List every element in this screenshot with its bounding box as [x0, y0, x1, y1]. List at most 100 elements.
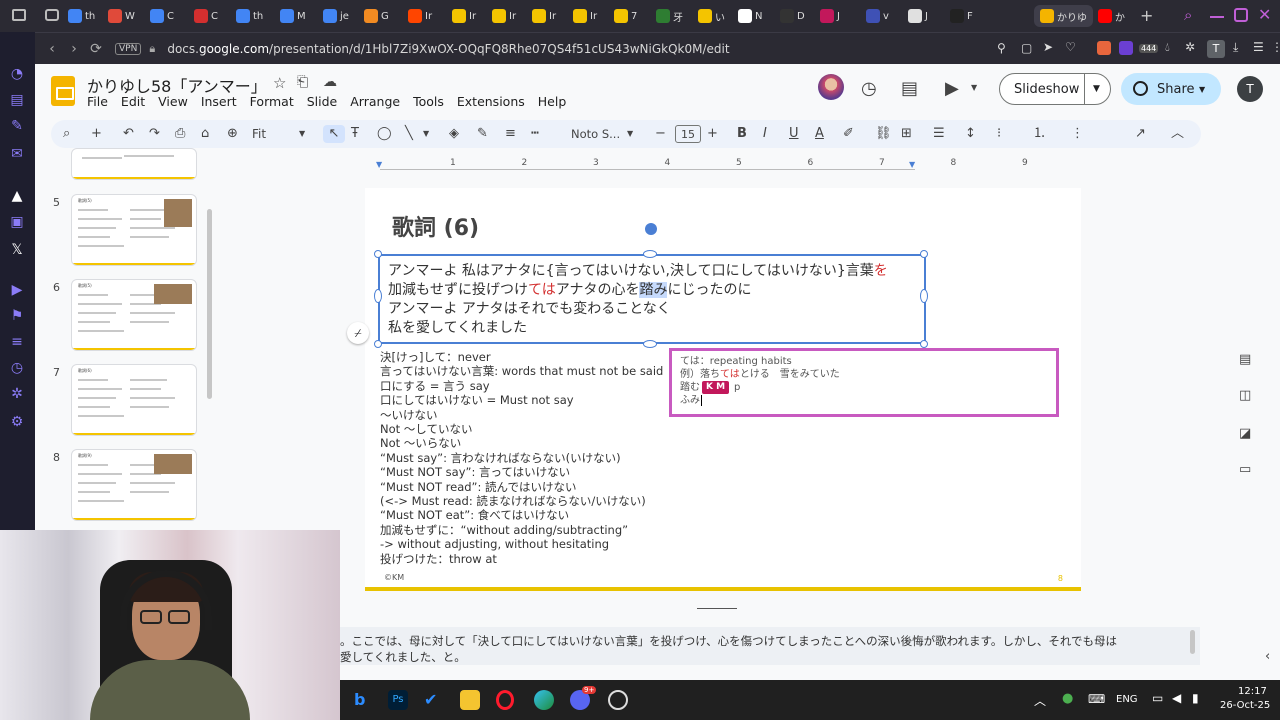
- browser-tab[interactable]: th: [68, 5, 95, 27]
- browser-tab[interactable]: Ir: [573, 5, 597, 27]
- extension-badge[interactable]: 444: [1139, 44, 1159, 53]
- browser-tab[interactable]: 7: [614, 5, 637, 27]
- italic-icon[interactable]: I: [763, 125, 767, 143]
- snapshot-icon[interactable]: ▢: [1021, 41, 1032, 55]
- rotate-handle-icon[interactable]: [645, 223, 657, 235]
- select-icon[interactable]: ↖: [323, 125, 345, 143]
- minimize-icon[interactable]: [1210, 8, 1224, 18]
- url-text[interactable]: docs.google.com/presentation/d/1Hbl7Zi9X…: [167, 42, 729, 56]
- todo-icon[interactable]: ✔: [424, 690, 444, 710]
- network-icon[interactable]: ▭: [1152, 691, 1163, 705]
- shape-icon[interactable]: ◯: [377, 125, 392, 143]
- bullet-list-icon[interactable]: ⁝: [997, 125, 1001, 143]
- slide-thumbnail[interactable]: 歌詞(5): [71, 194, 197, 266]
- browser-tab[interactable]: Ir: [452, 5, 476, 27]
- resize-handle-w[interactable]: [374, 289, 382, 303]
- link-icon[interactable]: ⛓: [875, 125, 892, 143]
- new-tab-icon[interactable]: +: [1140, 6, 1153, 25]
- zoom-dropdown-icon[interactable]: ▼: [299, 125, 305, 143]
- extension-grid-icon[interactable]: [1119, 41, 1133, 55]
- browser-tab[interactable]: G: [364, 5, 389, 27]
- more-icon[interactable]: ⋮: [1271, 40, 1280, 54]
- browser-tab[interactable]: Ir: [492, 5, 516, 27]
- mic-icon[interactable]: ●: [1062, 691, 1073, 706]
- expand-side-panel-icon[interactable]: ‹: [1265, 649, 1280, 664]
- resize-handle-ne[interactable]: [920, 250, 928, 258]
- lock-icon[interactable]: 🔒︎: [141, 42, 163, 56]
- battery-icon[interactable]: ▮: [1192, 691, 1199, 705]
- slide-thumbnail[interactable]: 歌詞(5): [71, 279, 197, 351]
- reload-icon[interactable]: ⟳: [85, 41, 107, 57]
- tray-chevron-icon[interactable]: ︿: [1034, 692, 1046, 709]
- comments-icon[interactable]: ▤: [901, 78, 918, 99]
- font-size-input[interactable]: 15: [675, 125, 701, 143]
- horizontal-ruler[interactable]: ▼ ▼ 1 2 3 4 5 6 7 8 9: [376, 158, 1080, 172]
- star-icon[interactable]: ☆: [273, 74, 286, 92]
- search-menus-icon[interactable]: ⌕: [63, 125, 70, 143]
- text-box-icon[interactable]: Ŧ: [351, 125, 359, 143]
- vpn-badge[interactable]: VPN: [115, 42, 142, 55]
- browser-tab[interactable]: J: [820, 5, 840, 27]
- line-icon[interactable]: ╲: [405, 125, 413, 143]
- language-indicator[interactable]: ENG: [1116, 694, 1138, 705]
- text-color-icon[interactable]: A: [815, 125, 824, 143]
- contacts-icon[interactable]: ◪: [1239, 426, 1255, 441]
- slide-title[interactable]: 歌詞 (6): [392, 210, 479, 242]
- print-icon[interactable]: ⎙: [175, 125, 185, 143]
- share-dropdown-icon[interactable]: ▼: [1199, 85, 1205, 94]
- tab-active[interactable]: かりゆ: [1034, 5, 1093, 27]
- border-dash-icon[interactable]: ┅: [531, 125, 539, 143]
- extensions-icon[interactable]: ✲: [1185, 40, 1195, 54]
- keep-icon[interactable]: ▤: [1239, 352, 1255, 367]
- slideshow-button[interactable]: Slideshow ▼: [999, 73, 1111, 105]
- x-icon[interactable]: 𝕏: [9, 242, 25, 258]
- pen-icon[interactable]: ✎: [9, 118, 25, 134]
- meet-icon[interactable]: ▶: [945, 78, 959, 99]
- resize-handle-sw[interactable]: [374, 340, 382, 348]
- align-icon[interactable]: ☰: [933, 125, 945, 143]
- version-history-icon[interactable]: ◷: [861, 78, 877, 99]
- slides-logo-icon[interactable]: [51, 76, 75, 106]
- tasks-icon[interactable]: ◫: [1239, 388, 1255, 403]
- slide-thumbnail[interactable]: 歌詞(6): [71, 364, 197, 436]
- paint-format-icon[interactable]: ⌂: [201, 125, 209, 143]
- steam-icon[interactable]: [608, 690, 628, 710]
- resize-handle-s[interactable]: [643, 340, 657, 348]
- tab-youtube[interactable]: か: [1098, 5, 1125, 27]
- menu-item[interactable]: Tools: [413, 94, 444, 109]
- menu-item[interactable]: Format: [250, 94, 294, 109]
- undo-icon[interactable]: ↶: [123, 125, 134, 143]
- add-comment-icon[interactable]: ⊞: [901, 125, 912, 143]
- more-toolbar-icon[interactable]: ⋮: [1071, 125, 1084, 143]
- pin-icon[interactable]: ⚲: [997, 41, 1006, 55]
- account-avatar[interactable]: T: [1237, 76, 1263, 102]
- browser-tab[interactable]: Ir: [408, 5, 432, 27]
- browser-tab[interactable]: W: [108, 5, 135, 27]
- resize-handle-nw[interactable]: [374, 250, 382, 258]
- zoom-icon[interactable]: ⊕: [227, 125, 238, 143]
- browser-tab[interactable]: M: [280, 5, 306, 27]
- twitch-icon[interactable]: ▣: [9, 214, 25, 230]
- menu-item[interactable]: Arrange: [350, 94, 400, 109]
- settings-icon[interactable]: ⚙: [9, 414, 25, 430]
- browser-tab[interactable]: Ir: [532, 5, 556, 27]
- pinboard-icon[interactable]: ⚑: [9, 308, 25, 324]
- volume-icon[interactable]: ◀: [1172, 691, 1181, 705]
- annotation-box[interactable]: ては：repeating habits 例）落ちてはとける 雪をみていた 踏む p…: [669, 348, 1059, 417]
- back-icon[interactable]: ‹: [41, 41, 63, 57]
- line-spacing-icon[interactable]: ↕: [965, 125, 976, 143]
- slide-thumbnail-partial[interactable]: [71, 148, 197, 180]
- heart-icon[interactable]: ♡: [1065, 40, 1076, 54]
- speaker-notes[interactable]: 。ここでは、母に対して「決して口にしてはいけない言葉」を投げつけ、心を傷つけてし…: [340, 627, 1200, 665]
- collaborator-avatar[interactable]: [818, 74, 844, 100]
- ruler-right-marker-icon[interactable]: ▼: [909, 160, 915, 169]
- notes-scrollbar[interactable]: [1190, 630, 1195, 654]
- new-slide-icon[interactable]: +: [91, 125, 102, 143]
- slide-canvas[interactable]: 歌詞 (6) アンマーよ 私はアナタに{言ってはいけない,決して口にしてはいけな…: [365, 188, 1081, 591]
- restore-icon[interactable]: [1234, 8, 1248, 22]
- apps-icon[interactable]: ▲: [9, 188, 25, 204]
- edge-icon[interactable]: [534, 690, 554, 710]
- highlight-icon[interactable]: ✐: [843, 125, 854, 143]
- redo-icon[interactable]: ↷: [149, 125, 160, 143]
- browser-tab[interactable]: D: [780, 5, 805, 27]
